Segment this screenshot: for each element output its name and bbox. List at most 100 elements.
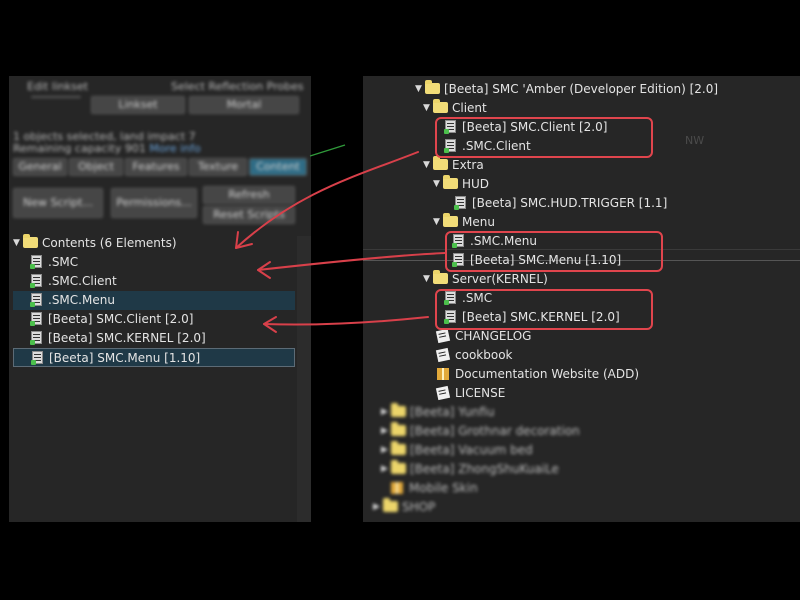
folder-hud[interactable]: ▼ HUD — [433, 175, 489, 194]
chevron-down-icon[interactable]: ▼ — [13, 234, 23, 253]
chevron-down-icon[interactable]: ▼ — [433, 175, 443, 194]
chevron-down-icon[interactable]: ▼ — [433, 213, 443, 232]
chevron-down-icon[interactable]: ▼ — [423, 270, 433, 289]
folder-label: Server(KERNEL) — [452, 272, 548, 286]
tab-general[interactable]: General — [13, 158, 67, 176]
folder-label: Client — [452, 101, 487, 115]
map-label: NW — [685, 134, 705, 147]
folder-label: HUD — [462, 177, 490, 191]
reset-scripts-button[interactable]: Reset Scripts — [203, 206, 295, 224]
help-link[interactable]: More info — [149, 142, 200, 155]
script-icon — [31, 351, 43, 365]
box-icon — [437, 368, 449, 380]
chevron-right-icon[interactable]: ▶ — [373, 498, 383, 517]
chevron-right-icon[interactable]: ▶ — [381, 403, 391, 422]
list-item[interactable]: [Beeta] SMC.KERNEL [2.0] — [444, 308, 620, 327]
list-item-label: .SMC — [462, 291, 493, 305]
collapsed-folder[interactable]: ▶ [Beeta] Yunfiu — [381, 403, 495, 422]
tab-texture[interactable]: Texture — [189, 158, 247, 176]
list-item-label: [Beeta] SMC.Client [2.0] — [462, 120, 608, 134]
chevron-down-icon[interactable]: ▼ — [415, 80, 425, 99]
script-icon — [30, 293, 42, 307]
list-item-label: .SMC.Menu — [470, 234, 537, 248]
inventory-root-folder[interactable]: ▼ [Beeta] SMC 'Amber (Developer Edition) … — [415, 80, 718, 99]
collapsed-folder[interactable]: ▶ SHOP — [373, 498, 435, 517]
list-item-selected[interactable]: .SMC.Menu — [13, 291, 295, 310]
contents-folder[interactable]: ▼ Contents (6 Elements) — [13, 234, 177, 253]
list-item[interactable]: .SMC.Client — [30, 272, 295, 291]
list-item[interactable]: cookbook — [435, 346, 512, 365]
folder-icon — [391, 441, 406, 455]
collapsed-folder[interactable]: ▶ [Beeta] ZhongShuKuaiLe — [381, 460, 559, 479]
folder-label: [Beeta] ZhongShuKuaiLe — [410, 462, 559, 476]
folder-label: [Beeta] Vacuum bed — [410, 443, 533, 457]
selection-field-3[interactable]: Mortal — [189, 96, 299, 114]
folder-icon — [391, 422, 406, 436]
inventory-panel: NW ▼ [Beeta] SMC 'Amber (Developer Editio… — [363, 76, 800, 522]
new-script-button[interactable]: New Script... — [13, 188, 103, 218]
refresh-button[interactable]: Refresh — [203, 186, 295, 204]
list-item-label: Mobile Skin — [409, 481, 478, 495]
tab-content[interactable]: Content — [249, 158, 307, 176]
root-folder-label: [Beeta] SMC 'Amber (Developer Edition) [… — [444, 82, 719, 96]
list-item[interactable]: Documentation Website (ADD) — [437, 365, 639, 384]
list-item-label: [Beeta] SMC.Menu [1.10] — [49, 351, 201, 365]
list-item-label: [Beeta] SMC.Menu [1.10] — [470, 253, 622, 267]
list-item[interactable]: .SMC — [444, 289, 493, 308]
list-item[interactable]: [Beeta] SMC.Client [2.0] — [30, 310, 295, 329]
remaining-capacity-value: Remaining capacity 901 — [13, 142, 146, 155]
folder-icon — [443, 175, 458, 189]
list-item-label: .SMC.Client — [462, 139, 531, 153]
tab-object[interactable]: Object — [69, 158, 123, 176]
chevron-down-icon[interactable]: ▼ — [423, 156, 433, 175]
script-icon — [30, 255, 42, 269]
collapsed-folder[interactable]: ▶ [Beeta] Grothnar decoration — [381, 422, 580, 441]
collapsed-folder[interactable]: ▶ [Beeta] Vacuum bed — [381, 441, 533, 460]
reflection-probes-label[interactable]: Select Reflection Probes — [171, 80, 304, 93]
chevron-right-icon[interactable]: ▶ — [381, 460, 391, 479]
chevron-right-icon[interactable]: ▶ — [381, 422, 391, 441]
script-icon — [30, 312, 42, 326]
folder-icon — [391, 460, 406, 474]
list-item[interactable]: [Beeta] SMC.Client [2.0] — [444, 118, 608, 137]
folder-server[interactable]: ▼ Server(KERNEL) — [423, 270, 548, 289]
folder-label: SHOP — [402, 500, 436, 514]
tab-features[interactable]: Features — [125, 158, 187, 176]
list-item-label: .SMC — [48, 255, 79, 269]
list-item[interactable]: [Beeta] SMC.KERNEL [2.0] — [30, 329, 295, 348]
folder-icon — [425, 80, 440, 94]
list-item-label: [Beeta] SMC.HUD.TRIGGER [1.1] — [472, 196, 668, 210]
permissions-button[interactable]: Permissions... — [111, 188, 197, 218]
list-item[interactable]: Mobile Skin — [391, 479, 478, 498]
script-icon — [444, 139, 456, 153]
chevron-right-icon[interactable]: ▶ — [381, 441, 391, 460]
folder-icon — [23, 234, 38, 248]
window-title: Edit linkset — [27, 80, 89, 93]
chevron-down-icon[interactable]: ▼ — [423, 99, 433, 118]
list-item[interactable]: [Beeta] SMC.HUD.TRIGGER [1.1] — [454, 194, 668, 213]
list-item-label: Documentation Website (ADD) — [455, 367, 640, 381]
script-icon — [30, 274, 42, 288]
list-item[interactable]: .SMC — [30, 253, 295, 272]
list-item-label: [Beeta] SMC.KERNEL [2.0] — [48, 331, 206, 345]
folder-client[interactable]: ▼ Client — [423, 99, 487, 118]
contents-scrollbar[interactable] — [297, 236, 311, 522]
folder-icon — [433, 270, 448, 284]
script-icon — [452, 253, 464, 267]
list-item-focused[interactable]: [Beeta] SMC.Menu [1.10] — [13, 348, 295, 367]
list-item[interactable]: CHANGELOG — [435, 327, 531, 346]
folder-label: [Beeta] Yunfiu — [410, 405, 495, 419]
folder-menu[interactable]: ▼ Menu — [433, 213, 495, 232]
list-item[interactable]: .SMC.Client — [444, 137, 531, 156]
script-icon — [444, 120, 456, 134]
list-item[interactable]: [Beeta] SMC.Menu [1.10] — [452, 251, 622, 270]
selection-field-2[interactable]: Linkset — [91, 96, 185, 114]
selection-field-1[interactable] — [31, 96, 81, 98]
notecard-icon — [435, 385, 451, 401]
list-item[interactable]: .SMC.Menu — [452, 232, 537, 251]
folder-label: Extra — [452, 158, 484, 172]
folder-label: Menu — [462, 215, 495, 229]
notecard-icon — [435, 347, 451, 363]
folder-extra[interactable]: ▼ Extra — [423, 156, 484, 175]
list-item[interactable]: LICENSE — [435, 384, 505, 403]
